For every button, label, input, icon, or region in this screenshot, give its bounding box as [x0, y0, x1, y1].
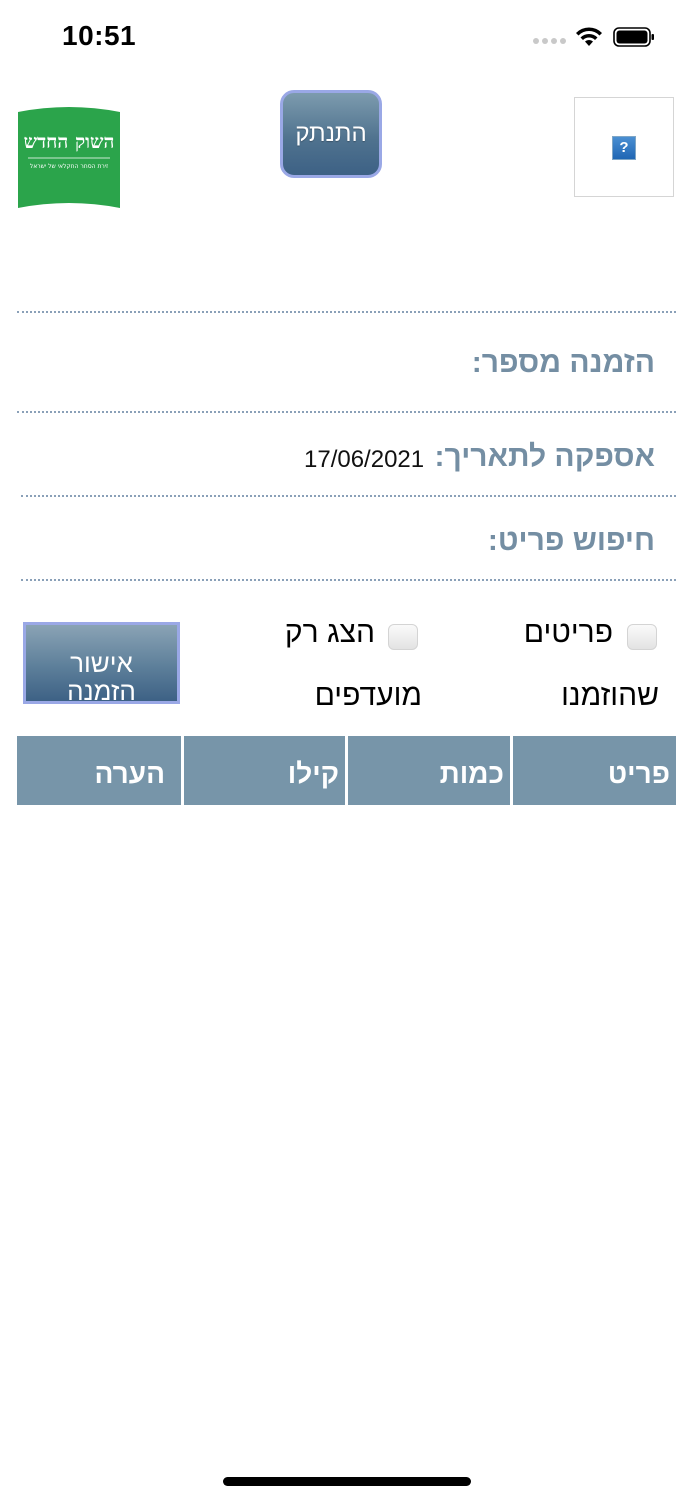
ordered-items-label-line2: שהוזמנו: [561, 679, 659, 712]
column-header-note[interactable]: הערה: [17, 736, 181, 805]
home-indicator[interactable]: [223, 1477, 471, 1486]
confirm-order-button[interactable]: אישור הזמנה: [23, 622, 180, 704]
image-placeholder: ?: [574, 97, 674, 197]
column-header-kilo[interactable]: קילו: [184, 736, 345, 805]
divider: [21, 495, 676, 497]
confirm-order-label-line1: אישור: [70, 648, 133, 678]
logout-button[interactable]: התנתק: [280, 90, 382, 178]
battery-icon: [613, 27, 654, 47]
delivery-date-value[interactable]: 17/06/2021: [304, 446, 424, 474]
ordered-items-label-line1: פריטים: [523, 616, 613, 649]
confirm-order-label-line2: הזמנה: [67, 676, 136, 704]
column-header-item[interactable]: פריט: [513, 736, 676, 805]
delivery-date-label: אספקה לתאריך:: [434, 440, 655, 473]
favorites-only-label-line1: הצג רק: [284, 616, 375, 649]
favorites-only-checkbox[interactable]: [388, 624, 418, 650]
divider: [21, 579, 676, 581]
broken-image-icon: ?: [612, 136, 636, 160]
shuk-hahadash-logo: השוק החדש זירת הסחר החקלאי של ישראל: [18, 107, 120, 208]
item-search-label: חיפוש פריט:: [487, 524, 655, 557]
favorites-only-label-line2: מועדפים: [314, 679, 422, 712]
order-number-label: הזמנה מספר:: [471, 346, 655, 379]
ordered-items-checkbox[interactable]: [627, 624, 657, 650]
cellular-signal-icon: [533, 38, 566, 44]
logo-subtitle: זירת הסחר החקלאי של ישראל: [30, 163, 108, 170]
divider: [17, 311, 676, 313]
wifi-icon: [576, 27, 602, 46]
divider: [17, 411, 676, 413]
logo-title: השוק החדש: [24, 131, 115, 153]
status-time: 10:51: [62, 20, 137, 51]
column-header-quantity[interactable]: כמות: [348, 736, 510, 805]
